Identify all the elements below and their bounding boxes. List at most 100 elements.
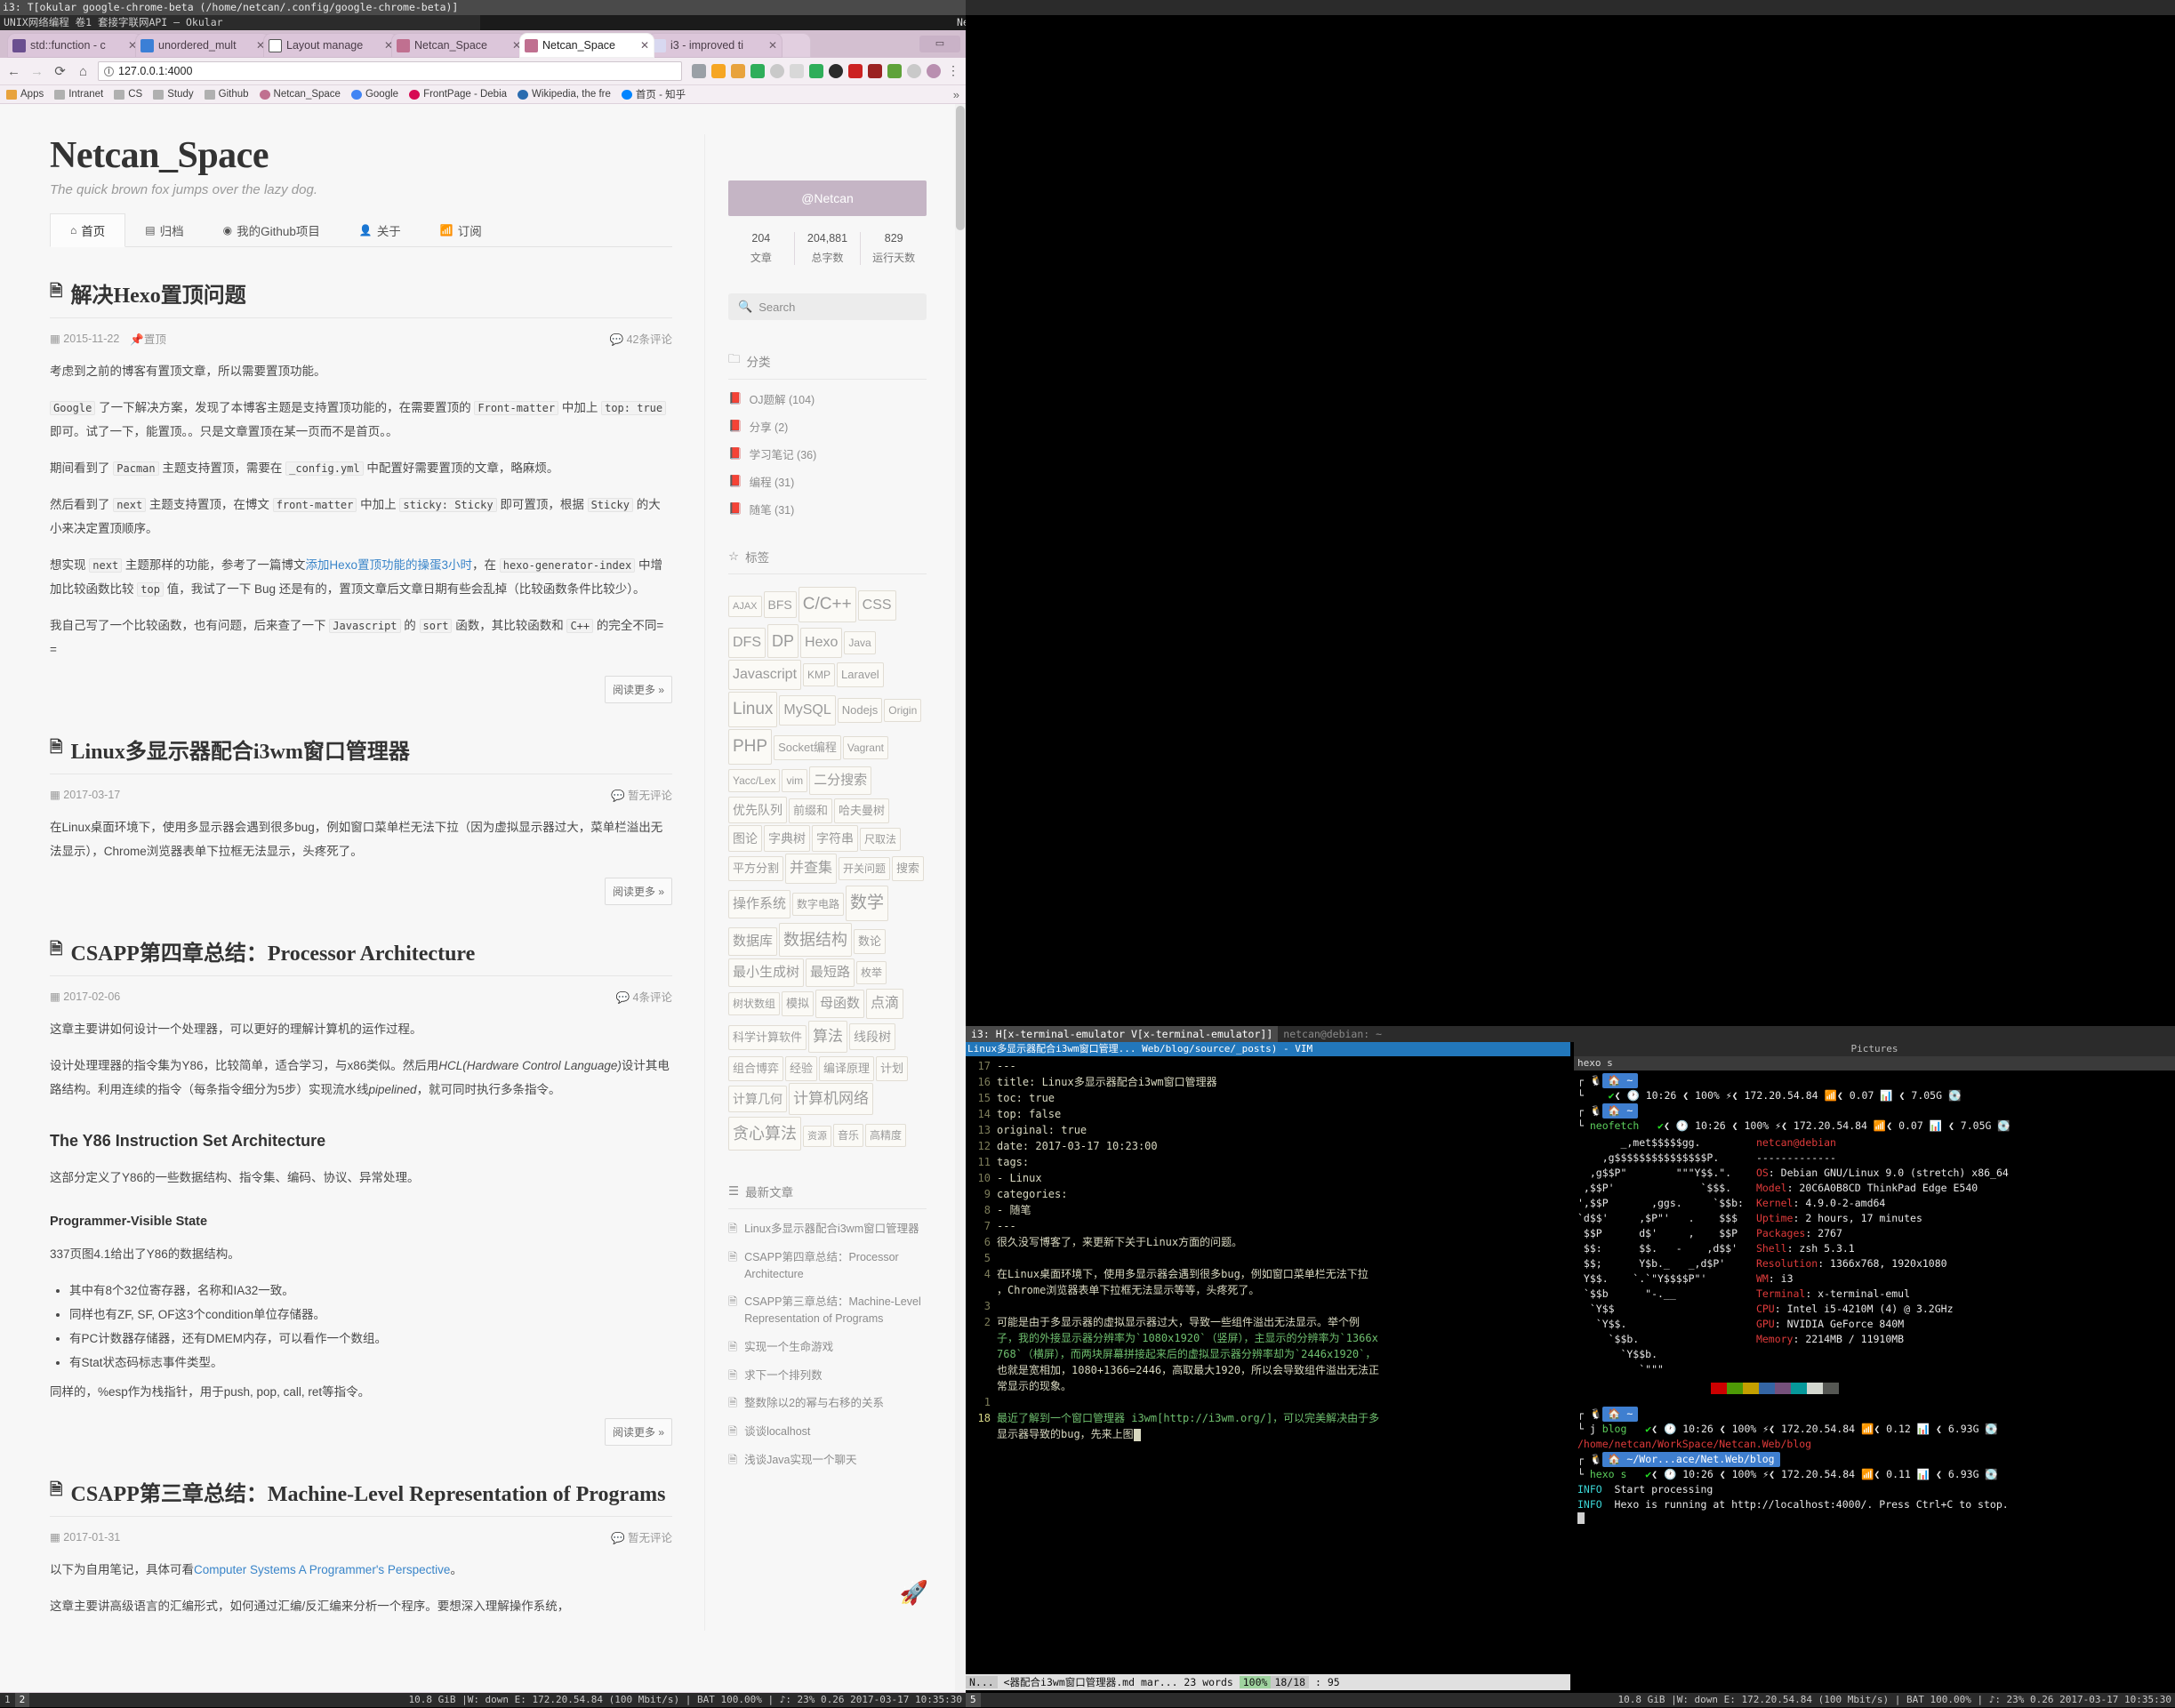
mail-extension-icon[interactable]	[790, 64, 804, 78]
bookmark-item[interactable]: Wikipedia, the fre	[518, 89, 611, 100]
read-more-button[interactable]: 阅读更多 »	[605, 676, 672, 703]
tag-item[interactable]: 操作系统	[728, 890, 791, 918]
bookmark-item[interactable]: Google	[351, 89, 398, 100]
tag-item[interactable]: PHP	[728, 729, 772, 765]
tag-item[interactable]: 科学计算软件	[728, 1025, 807, 1050]
nav-item-关于[interactable]: 👤关于	[340, 213, 421, 246]
reload-icon[interactable]: ⟳	[52, 63, 68, 80]
bookmark-item[interactable]: 首页 - 知乎	[622, 87, 686, 101]
tag-item[interactable]: 尺取法	[860, 828, 901, 851]
tag-item[interactable]: KMP	[803, 663, 835, 686]
post-title[interactable]: 🗎Linux多显示器配合i3wm窗口管理器	[50, 734, 672, 774]
vim-pane[interactable]: Linux多显示器配合i3wm窗口管理... Web/blog/source/_…	[966, 1042, 1570, 1708]
scrollbar-thumb[interactable]	[956, 106, 965, 230]
home-icon[interactable]: ⌂	[75, 63, 92, 80]
recent-post-item[interactable]: 🗎CSAPP第四章总结：Processor Architecture	[728, 1249, 927, 1283]
category-item[interactable]: 📕分享 (2)	[728, 418, 927, 435]
avatar[interactable]	[927, 64, 941, 78]
bookmark-item[interactable]: CS	[114, 89, 142, 100]
adblock-extension-icon[interactable]	[907, 64, 921, 78]
post-title[interactable]: 🗎CSAPP第三章总结：Machine-Level Representation…	[50, 1476, 672, 1517]
recent-post-item[interactable]: 🗎求下一个排列数	[728, 1367, 927, 1384]
window-minimize-button[interactable]: ▭	[919, 36, 960, 52]
tag-item[interactable]: DP	[767, 624, 799, 658]
ublock-extension-icon[interactable]	[868, 64, 882, 78]
workspace-5[interactable]: 5	[966, 1693, 981, 1707]
tag-item[interactable]: 线段树	[849, 1023, 895, 1050]
tag-item[interactable]: 枚举	[856, 961, 887, 984]
recent-post-item[interactable]: 🗎CSAPP第三章总结：Machine-Level Representation…	[728, 1294, 927, 1327]
category-item[interactable]: 📕随笔 (31)	[728, 501, 927, 517]
bookmark-item[interactable]: Netcan_Space	[260, 89, 341, 100]
glasses-extension-icon[interactable]	[829, 64, 843, 78]
post-title[interactable]: 🗎解决Hexo置顶问题	[50, 277, 672, 318]
tag-item[interactable]: Nodejs	[838, 698, 882, 723]
shell-pane[interactable]: Pictures hexo s ┌ 🐧🏠 ~└ ✔❮ 🕐 10:26 ❮ 100…	[1574, 1042, 2175, 1708]
tag-item[interactable]: Javascript	[728, 660, 801, 690]
forward-icon[interactable]: →	[28, 63, 45, 80]
workspace-1[interactable]: 1	[0, 1693, 15, 1707]
tag-item[interactable]: 最小生成树	[728, 958, 804, 987]
category-item[interactable]: 📕编程 (31)	[728, 473, 927, 490]
bookmark-item[interactable]: Study	[153, 89, 193, 100]
tag-item[interactable]: 优先队列	[728, 797, 787, 823]
browser-tab[interactable]: unordered_mult✕	[135, 33, 270, 58]
close-icon[interactable]: ✕	[640, 39, 649, 52]
search-input[interactable]: 🔍 Search	[728, 293, 927, 320]
tag-item[interactable]: 音乐	[833, 1124, 863, 1147]
tag-item[interactable]: Origin	[884, 699, 921, 722]
tag-item[interactable]: BFS	[764, 591, 797, 618]
close-icon[interactable]: ✕	[768, 39, 777, 52]
back-to-top-rocket-icon[interactable]: 🚀	[900, 1579, 928, 1607]
tag-item[interactable]: 高精度	[865, 1124, 906, 1147]
tag-item[interactable]: 最短路	[806, 958, 855, 987]
recent-post-item[interactable]: 🗎Linux多显示器配合i3wm窗口管理器	[728, 1221, 927, 1238]
tag-item[interactable]: CSS	[858, 590, 896, 621]
tag-item[interactable]: 哈夫曼树	[834, 798, 889, 823]
workspace-2[interactable]: 2	[15, 1693, 30, 1707]
browser-tab[interactable]: std::function - c✕	[7, 33, 142, 58]
opera-extension-icon[interactable]	[770, 64, 784, 78]
tag-item[interactable]: Java	[844, 631, 875, 654]
tag-item[interactable]: 并查集	[785, 854, 837, 884]
tag-item[interactable]: Socket编程	[774, 735, 841, 760]
menu-icon[interactable]: ⋮	[946, 64, 960, 78]
bookmark-item[interactable]: Github	[205, 89, 249, 100]
vim-buffer[interactable]: 17---16title: Linux多显示器配合i3wm窗口管理器15toc:…	[966, 1056, 1570, 1442]
rss-extension-icon[interactable]	[711, 64, 726, 78]
tag-item[interactable]: 数字电路	[792, 893, 844, 916]
recent-post-item[interactable]: 🗎整数除以2的幂与右移的关系	[728, 1395, 927, 1412]
page-scrollbar[interactable]	[955, 104, 966, 1692]
read-more-button[interactable]: 阅读更多 »	[605, 878, 672, 905]
tag-item[interactable]: 数据结构	[779, 923, 852, 957]
browser-tab[interactable]: Netcan_Space✕	[519, 33, 654, 58]
tag-item[interactable]: AJAX	[728, 596, 762, 617]
tag-item[interactable]: Linux	[728, 692, 777, 727]
bookmark-item[interactable]: FrontPage - Debia	[409, 89, 507, 100]
tag-item[interactable]: 计算机网络	[789, 1083, 873, 1115]
tag-item[interactable]: 二分搜索	[809, 766, 871, 795]
recent-post-item[interactable]: 🗎实现一个生命游戏	[728, 1339, 927, 1356]
recent-post-item[interactable]: 🗎浅谈Java实现一个聊天	[728, 1452, 927, 1469]
post-comments[interactable]: 💬 4条评论	[615, 988, 672, 1005]
undo-extension-icon[interactable]	[731, 64, 745, 78]
tag-item[interactable]: Vagrant	[843, 736, 888, 759]
tag-item[interactable]: 数学	[846, 886, 888, 921]
tag-item[interactable]: 图论	[728, 825, 762, 852]
tag-item[interactable]: 资源	[803, 1126, 831, 1147]
tag-item[interactable]: DFS	[728, 628, 766, 658]
back-icon[interactable]: ←	[5, 63, 22, 80]
tag-item[interactable]: vim	[782, 769, 807, 792]
post-comments[interactable]: 💬 42条评论	[610, 330, 672, 347]
tag-item[interactable]: 算法	[808, 1021, 847, 1053]
category-item[interactable]: 📕学习笔记 (36)	[728, 445, 927, 462]
address-bar[interactable]: i 127.0.0.1:4000	[98, 61, 682, 81]
tag-item[interactable]: Yacc/Lex	[728, 769, 780, 792]
tag-item[interactable]: 组合博弈	[728, 1056, 783, 1081]
tag-item[interactable]: Laravel	[837, 662, 884, 687]
recent-post-item[interactable]: 🗎谈谈localhost	[728, 1423, 927, 1440]
tag-item[interactable]: 编译原理	[819, 1056, 874, 1081]
shell-output[interactable]: ┌ 🐧🏠 ~└ ✔❮ 🕐 10:26 ❮ 100% ⚡❮ 172.20.54.8…	[1574, 1071, 2175, 1528]
browser-tab[interactable]: Layout manage✕	[263, 33, 398, 58]
post-title[interactable]: 🗎CSAPP第四章总结：Processor Architecture	[50, 935, 672, 976]
